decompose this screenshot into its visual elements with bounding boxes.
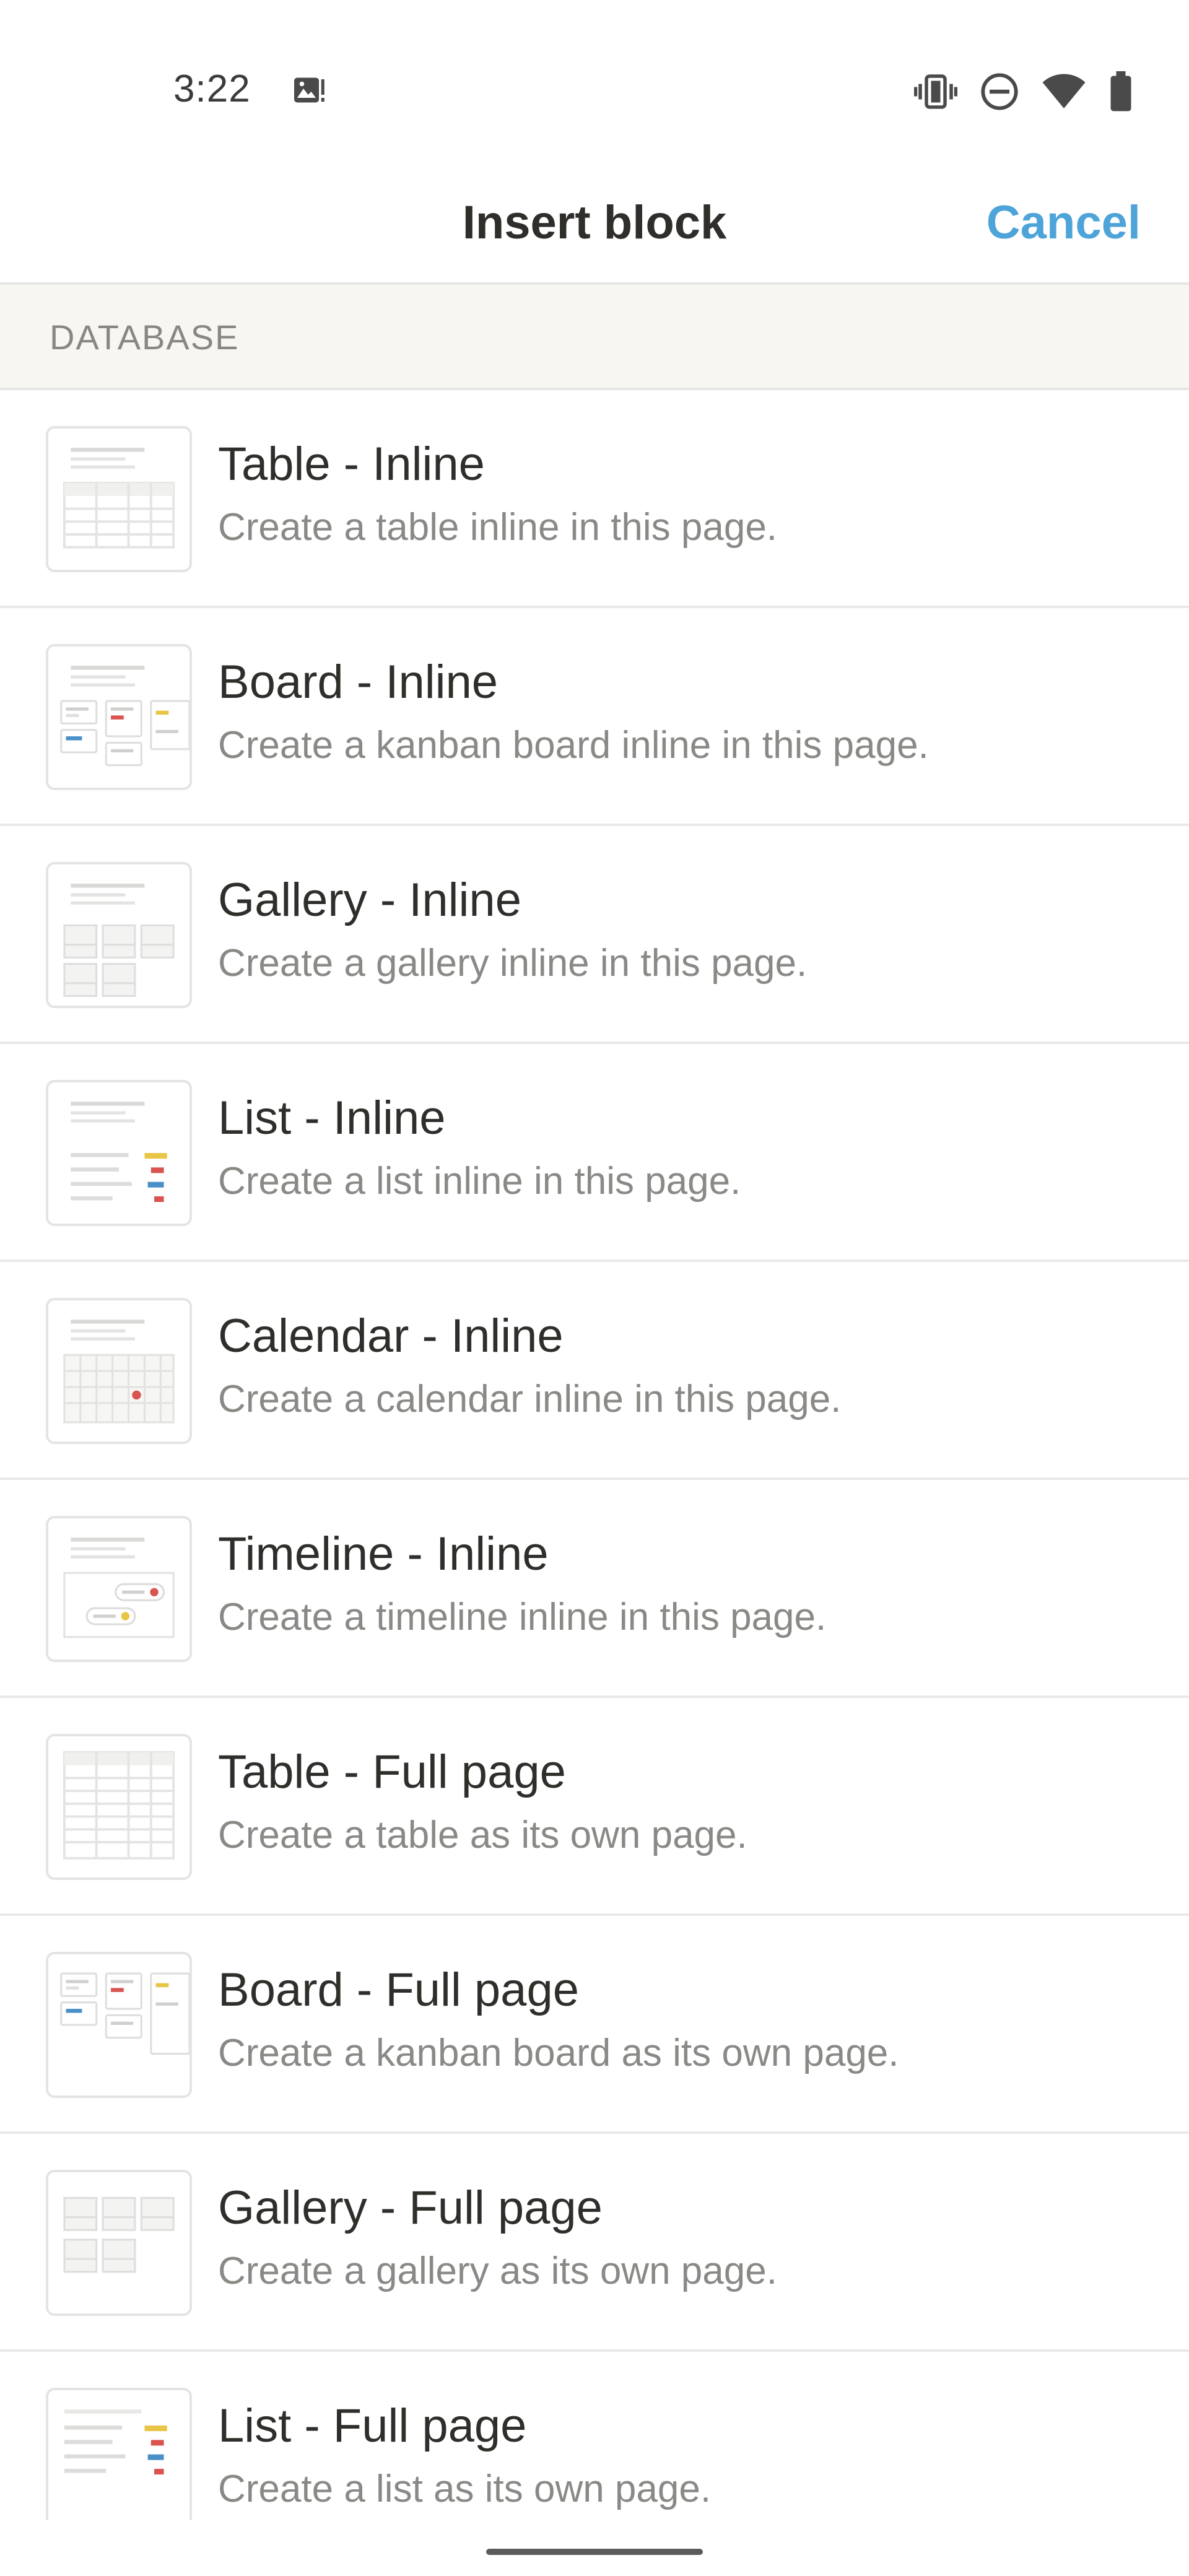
vibrate-icon	[914, 74, 957, 109]
block-list[interactable]: Table - Inline Create a table inline in …	[0, 390, 1189, 2520]
item-title: Timeline - Inline	[218, 1528, 549, 1580]
list-item-timeline-inline[interactable]: Timeline - Inline Create a timeline inli…	[0, 1480, 1189, 1698]
item-description: Create a calendar inline in this page.	[218, 1378, 842, 1421]
section-label: DATABASE	[50, 318, 240, 357]
list-item-board-full-page[interactable]: Board - Full page Create a kanban board …	[0, 1916, 1189, 2134]
list-item-list-full-page[interactable]: List - Full page Create a list as its ow…	[0, 2352, 1189, 2520]
list-item-gallery-full-page[interactable]: Gallery - Full page Create a gallery as …	[0, 2134, 1189, 2352]
cancel-button[interactable]: Cancel	[986, 161, 1141, 285]
list-item-table-inline[interactable]: Table - Inline Create a table inline in …	[0, 390, 1189, 608]
item-description: Create a list as its own page.	[218, 2468, 712, 2510]
item-title: List - Full page	[218, 2400, 527, 2452]
gallery-full-page-icon	[46, 2170, 192, 2316]
timeline-inline-icon	[46, 1516, 192, 1662]
item-title: List - Inline	[218, 1092, 446, 1144]
list-item-list-inline[interactable]: List - Inline Create a list inline in th…	[0, 1044, 1189, 1262]
item-title: Board - Inline	[218, 656, 499, 708]
navigation-bar	[0, 2520, 1189, 2576]
list-full-page-icon	[46, 2388, 192, 2520]
item-title: Table - Full page	[218, 1746, 566, 1798]
item-description: Create a table as its own page.	[218, 1814, 747, 1856]
item-description: Create a gallery as its own page.	[218, 2250, 777, 2292]
battery-icon	[1110, 71, 1131, 111]
section-header-database: DATABASE	[0, 285, 1189, 390]
board-full-page-icon	[46, 1952, 192, 2098]
status-bar: 3:22	[0, 0, 1189, 161]
item-title: Gallery - Inline	[218, 874, 521, 926]
list-item-table-full-page[interactable]: Table - Full page Create a table as its …	[0, 1698, 1189, 1916]
status-icons	[914, 67, 1133, 116]
status-time: 3:22	[173, 67, 251, 110]
item-description: Create a kanban board inline in this pag…	[218, 724, 929, 767]
list-item-gallery-inline[interactable]: Gallery - Inline Create a gallery inline…	[0, 826, 1189, 1044]
table-inline-icon	[46, 426, 192, 572]
list-inline-icon	[46, 1080, 192, 1226]
item-title: Table - Inline	[218, 438, 485, 490]
gallery-inline-icon	[46, 862, 192, 1008]
image-notification-icon	[294, 77, 324, 103]
board-inline-icon	[46, 644, 192, 790]
item-description: Create a table inline in this page.	[218, 506, 778, 549]
item-title: Calendar - Inline	[218, 1310, 564, 1362]
calendar-inline-icon	[46, 1298, 192, 1444]
item-description: Create a gallery inline in this page.	[218, 942, 808, 985]
item-description: Create a timeline inline in this page.	[218, 1596, 827, 1638]
item-description: Create a kanban board as its own page.	[218, 2032, 899, 2074]
list-item-board-inline[interactable]: Board - Inline Create a kanban board inl…	[0, 608, 1189, 826]
item-title: Board - Full page	[218, 1964, 579, 2016]
list-item-calendar-inline[interactable]: Calendar - Inline Create a calendar inli…	[0, 1262, 1189, 1480]
table-full-page-icon	[46, 1734, 192, 1880]
item-title: Gallery - Full page	[218, 2182, 603, 2234]
header: Insert block Cancel	[0, 161, 1189, 285]
do-not-disturb-icon	[981, 73, 1018, 110]
item-description: Create a list inline in this page.	[218, 1160, 741, 1203]
wifi-icon	[1042, 74, 1086, 108]
gesture-handle[interactable]	[486, 2549, 703, 2555]
